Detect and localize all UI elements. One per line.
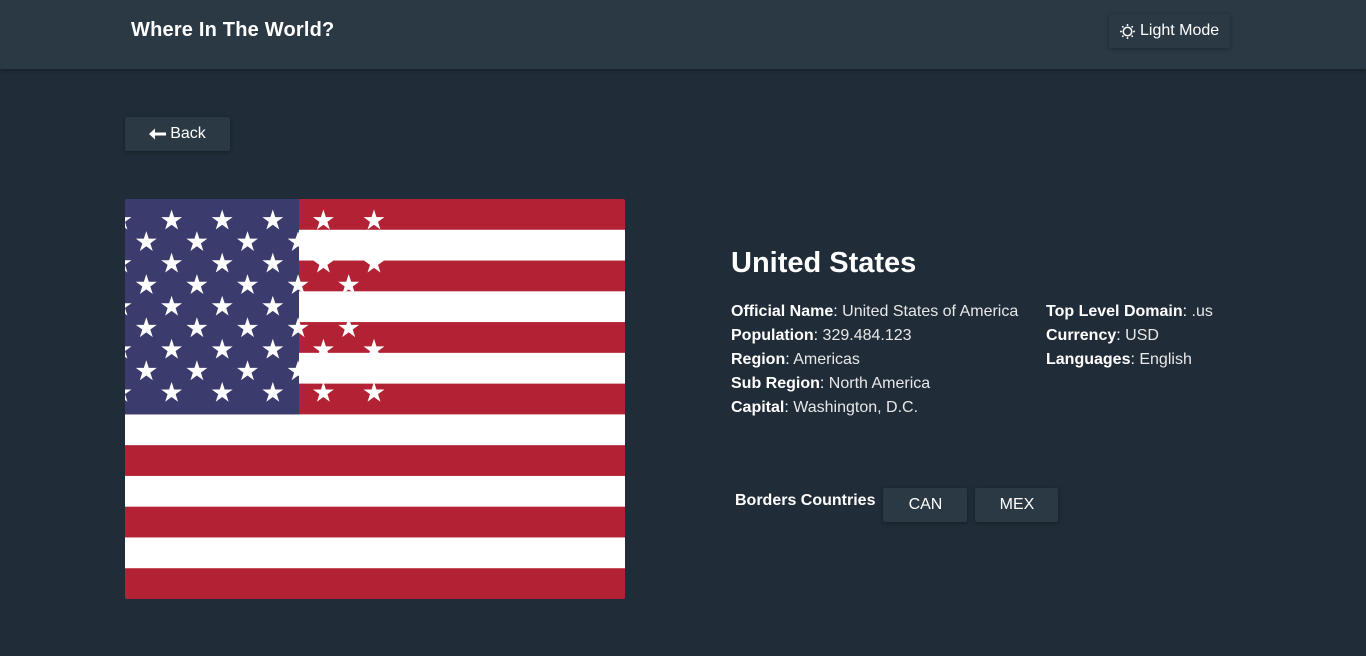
border-countries-label: Borders Countries — [735, 492, 876, 509]
back-button[interactable]: Back — [125, 117, 230, 151]
detail-value: United States of America — [842, 303, 1019, 320]
back-button-label: Back — [170, 125, 206, 142]
flag-stripe — [125, 475, 625, 508]
detail-label: Region — [731, 351, 786, 368]
theme-toggle-label: Light Mode — [1140, 22, 1220, 39]
country-name: United States — [731, 247, 917, 279]
border-country-button-mex[interactable]: MEX — [975, 488, 1059, 522]
flag-stripe — [125, 506, 625, 538]
flag-stripe — [125, 568, 625, 599]
flag-stripe — [125, 445, 625, 477]
flag-stripe — [125, 537, 625, 569]
detail-value: .us — [1191, 303, 1213, 320]
detail-value: Washington, D.C. — [793, 399, 919, 416]
detail-value: USD — [1125, 327, 1159, 344]
languages-row: Languages: English — [1046, 351, 1192, 368]
official-name-row: Official Name: United States of America — [731, 303, 1019, 320]
detail-label: Sub Region — [731, 375, 820, 392]
app-title: Where In The World? — [131, 19, 335, 41]
currency-row: Currency: USD — [1046, 327, 1159, 344]
capital-row: Capital: Washington, D.C. — [731, 399, 919, 416]
population-row: Population: 329.484.123 — [731, 327, 912, 344]
sun-icon — [1119, 23, 1136, 40]
detail-label: Currency — [1046, 327, 1117, 344]
site-header: Where In The World? Light Mode — [0, 0, 1366, 69]
arrow-left-icon — [149, 128, 167, 140]
detail-label: Languages — [1046, 351, 1131, 368]
detail-label: Capital — [731, 399, 785, 416]
detail-value: North America — [828, 375, 931, 392]
sub-region-row: Sub Region: North America — [731, 375, 931, 392]
country-flag — [125, 199, 625, 599]
country-details-primary: Official Name: United States of America … — [731, 300, 1018, 420]
detail-label: Top Level Domain — [1046, 303, 1183, 320]
detail-label: Population — [731, 327, 814, 344]
theme-toggle-button[interactable]: Light Mode — [1109, 14, 1230, 48]
country-details-secondary: Top Level Domain: .us Currency: USD Lang… — [1046, 300, 1213, 372]
detail-value: Americas — [793, 351, 860, 368]
flag-stripe — [125, 414, 625, 446]
detail-value: English — [1139, 351, 1192, 368]
detail-value: 329.484.123 — [822, 327, 912, 344]
top-level-domain-row: Top Level Domain: .us — [1046, 303, 1213, 320]
border-country-button-can[interactable]: CAN — [883, 488, 968, 522]
detail-label: Official Name — [731, 303, 834, 320]
region-row: Region: Americas — [731, 351, 860, 368]
border-countries: Borders Countries CAN MEX — [735, 488, 1066, 522]
